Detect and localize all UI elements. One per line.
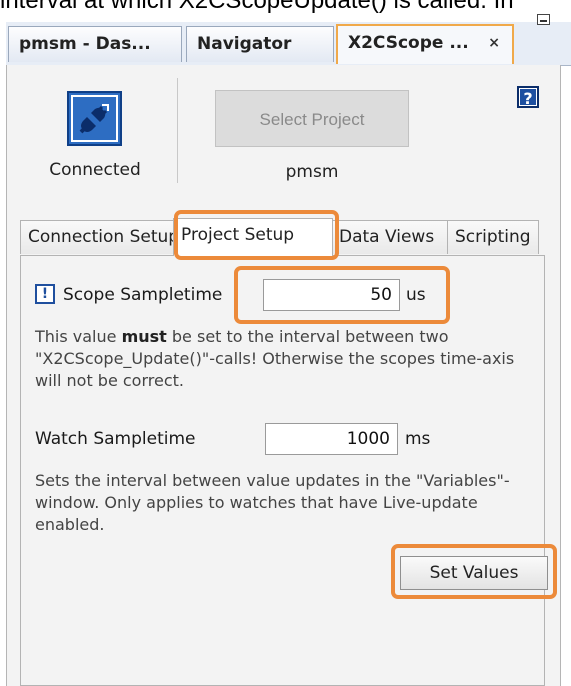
inner-tab-bar: Connection Setup Project Setup Data View… bbox=[20, 218, 545, 256]
tab-project-setup[interactable]: Project Setup bbox=[173, 218, 333, 256]
connection-status-label: Connected bbox=[49, 160, 141, 180]
scope-sampletime-label: Scope Sampletime bbox=[63, 285, 223, 305]
warning-icon: ! bbox=[35, 284, 55, 304]
set-values-button[interactable]: Set Values bbox=[400, 556, 548, 590]
watch-sampletime-input[interactable] bbox=[265, 423, 398, 455]
tab-pmsm-dashboard[interactable]: pmsm - Das... bbox=[8, 26, 182, 62]
close-icon[interactable]: × bbox=[488, 26, 500, 60]
window-tab-bar: pmsm - Das... Navigator X2CScope ... × bbox=[6, 22, 571, 66]
tab-label: Scripting bbox=[455, 227, 531, 247]
scope-sampletime-description: This value must be set to the interval b… bbox=[35, 327, 515, 390]
caption-text: interval at which X2CScopeUpdate() is ca… bbox=[0, 0, 514, 14]
watch-sampletime-label: Watch Sampletime bbox=[35, 429, 196, 449]
scope-sampletime-input[interactable] bbox=[263, 279, 400, 311]
tab-label: X2CScope ... bbox=[348, 33, 469, 53]
emphasis: must bbox=[121, 327, 167, 346]
tab-connection-setup[interactable]: Connection Setup bbox=[20, 220, 175, 254]
tab-scripting[interactable]: Scripting bbox=[447, 220, 539, 254]
project-name: pmsm bbox=[285, 162, 339, 182]
tab-label: pmsm - Das... bbox=[19, 34, 151, 54]
tab-data-views[interactable]: Data Views bbox=[331, 220, 449, 254]
tab-label: Data Views bbox=[339, 227, 435, 247]
tab-navigator[interactable]: Navigator bbox=[186, 26, 334, 62]
divider bbox=[177, 78, 178, 183]
tab-label: Project Setup bbox=[181, 225, 295, 245]
scope-sampletime-unit: us bbox=[406, 285, 426, 305]
help-icon[interactable]: ? bbox=[517, 86, 539, 108]
watch-sampletime-unit: ms bbox=[405, 429, 431, 449]
tab-label: Connection Setup bbox=[28, 227, 175, 247]
tab-x2cscope[interactable]: X2CScope ... × bbox=[336, 24, 514, 64]
select-project-button[interactable]: Select Project bbox=[215, 90, 409, 147]
connection-plug-icon[interactable] bbox=[67, 91, 122, 146]
watch-sampletime-description: Sets the interval between value updates … bbox=[35, 471, 510, 534]
tab-label: Navigator bbox=[197, 34, 292, 54]
minimize-icon[interactable] bbox=[537, 14, 550, 25]
